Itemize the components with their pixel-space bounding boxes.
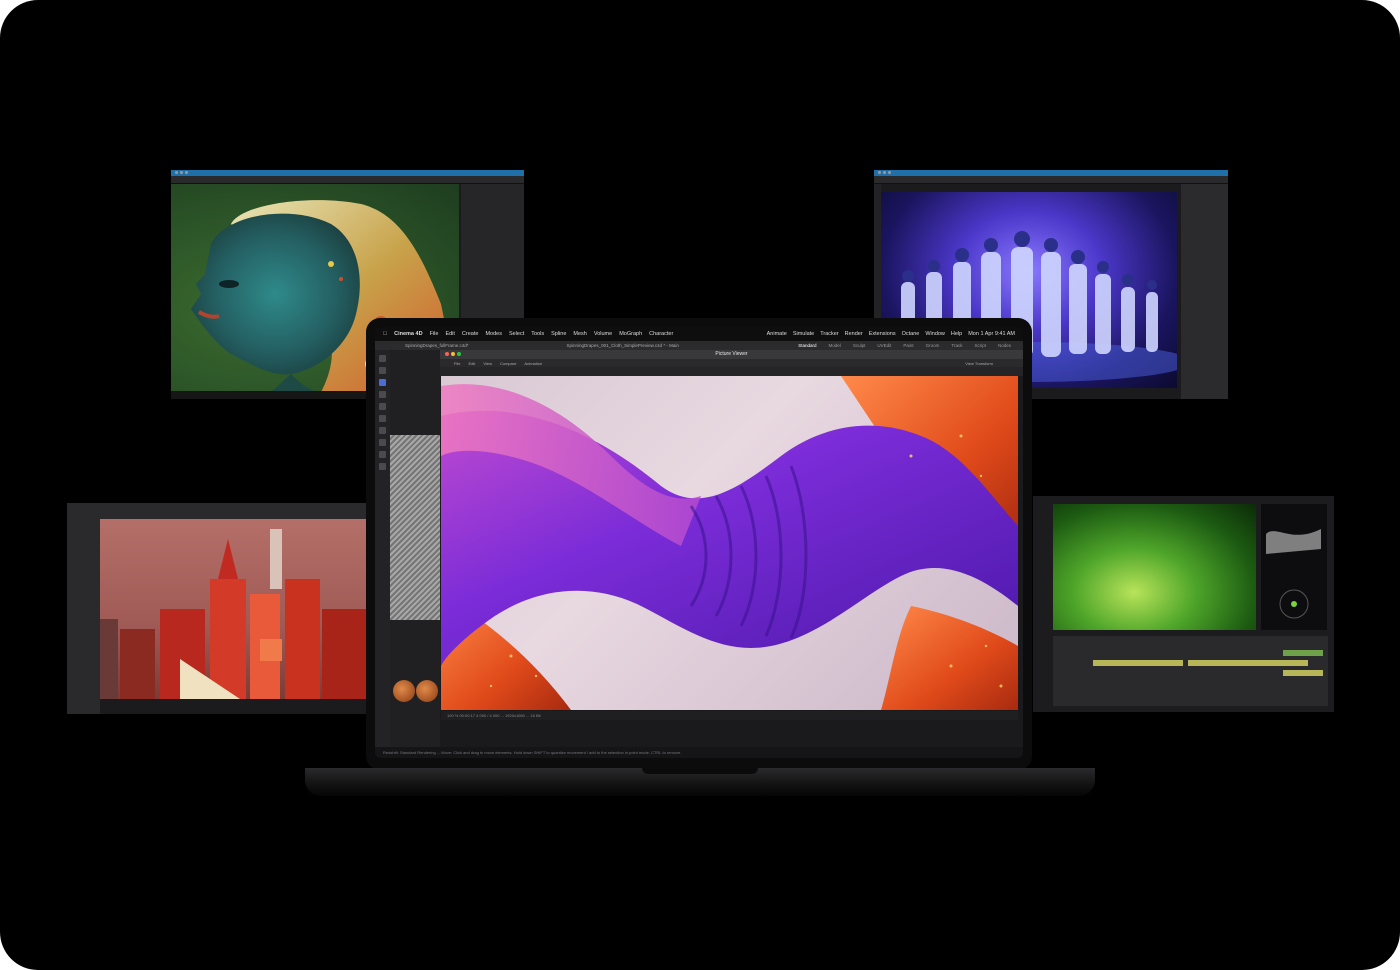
menu-item-window[interactable]: Window xyxy=(925,331,945,337)
fabric-render xyxy=(441,376,1018,710)
picture-viewer-status: 100 % 00:00:17 4 000 / 4 000 ... 1920x10… xyxy=(441,711,1018,720)
live-select-icon[interactable] xyxy=(379,379,386,386)
menu-item-mograph[interactable]: MoGraph xyxy=(619,331,642,337)
menu-item-simulate[interactable]: Simulate xyxy=(793,331,814,337)
picture-viewer-title-bar: Picture Viewer xyxy=(440,350,1023,359)
tab-sculpt[interactable]: Sculpt xyxy=(853,343,866,348)
tab-nodes[interactable]: Nodes xyxy=(998,343,1011,348)
pv-menu-file[interactable]: File xyxy=(454,361,460,366)
laptop-screen:  Cinema 4D File Edit Create Modes Selec… xyxy=(375,327,1023,758)
compositing-window[interactable] xyxy=(1033,496,1334,712)
material-swatch[interactable] xyxy=(416,680,438,702)
options-bar xyxy=(874,176,1228,184)
cloth-mesh-preview xyxy=(390,435,440,620)
timeline-clip[interactable] xyxy=(1188,660,1308,666)
viewport-side xyxy=(390,350,440,748)
menu-item-mesh[interactable]: Mesh xyxy=(573,331,586,337)
select-tool-icon[interactable] xyxy=(379,367,386,374)
pv-menu-compare[interactable]: Compare xyxy=(500,361,516,366)
c4d-status-bar: Redshift: Standard Rendering ... Move: C… xyxy=(375,747,1023,758)
laptop-display:  Cinema 4D File Edit Create Modes Selec… xyxy=(366,318,1032,770)
menu-item-help[interactable]: Help xyxy=(951,331,962,337)
menu-item-render[interactable]: Render xyxy=(845,331,863,337)
rotate-tool-icon[interactable] xyxy=(379,391,386,398)
paint-tool-icon[interactable] xyxy=(379,439,386,446)
tab-standard[interactable]: Standard xyxy=(798,343,816,348)
pv-menu-edit[interactable]: Edit xyxy=(468,361,475,366)
layout-tabs[interactable]: Standard Model Sculpt UVEdit Paint Groom… xyxy=(798,341,1011,350)
waveform-scope xyxy=(1266,529,1321,619)
tab-model[interactable]: Model xyxy=(829,343,841,348)
tab-groom[interactable]: Groom xyxy=(926,343,940,348)
timeline[interactable] xyxy=(1053,636,1328,706)
menu-item-spline[interactable]: Spline xyxy=(551,331,566,337)
menu-item-extensions[interactable]: Extensions xyxy=(869,331,896,337)
picture-viewer-menu[interactable]: File Edit View Compare Animation View Tr… xyxy=(440,359,1023,367)
menu-item-file[interactable]: File xyxy=(430,331,439,337)
scale-tool-icon[interactable] xyxy=(379,403,386,410)
knife-tool-icon[interactable] xyxy=(379,415,386,422)
render-canvas xyxy=(441,376,1018,710)
brush-tool-icon[interactable] xyxy=(379,427,386,434)
tool-palette[interactable] xyxy=(375,350,390,748)
layers-panel[interactable] xyxy=(1181,184,1228,399)
smoke-viewer xyxy=(1053,504,1256,630)
picture-viewer-toolbar[interactable] xyxy=(440,367,1023,376)
apple-icon[interactable]:  xyxy=(383,331,387,337)
move-tool-icon[interactable] xyxy=(379,355,386,362)
menu-item-tools[interactable]: Tools xyxy=(531,331,544,337)
menu-item-character[interactable]: Character xyxy=(649,331,673,337)
toolbar xyxy=(67,503,367,520)
menu-item-volume[interactable]: Volume xyxy=(594,331,612,337)
hero-background:  Cinema 4D File Edit Create Modes Selec… xyxy=(0,0,1400,970)
menu-item-create[interactable]: Create xyxy=(462,331,479,337)
tab-uvedit[interactable]: UVEdit xyxy=(877,343,891,348)
tab-script[interactable]: Script xyxy=(974,343,986,348)
eyedropper-icon[interactable] xyxy=(379,463,386,470)
menu-item-edit[interactable]: Edit xyxy=(445,331,454,337)
app-menu[interactable]: Cinema 4D xyxy=(394,331,422,337)
menu-bar xyxy=(171,176,524,184)
pv-menu-view[interactable]: View xyxy=(483,361,492,366)
laptop-opening-notch xyxy=(642,768,758,774)
scopes-panel xyxy=(1261,504,1327,630)
document-tab[interactable]: SpinningDrapes_fullFrame.c4d* xyxy=(405,343,469,348)
timeline-clip[interactable] xyxy=(1093,660,1183,666)
window-title: SpinningDrapes_001_Cloth_SimplePreview.c… xyxy=(566,343,679,348)
tab-track[interactable]: Track xyxy=(951,343,962,348)
menu-item-select[interactable]: Select xyxy=(509,331,524,337)
material-swatch[interactable] xyxy=(393,680,415,702)
timeline-clip[interactable] xyxy=(1283,670,1323,676)
menu-item-animate[interactable]: Animate xyxy=(767,331,787,337)
pv-menu-animation[interactable]: Animation xyxy=(524,361,542,366)
clock: Mon 1 Apr 9:41 AM xyxy=(968,331,1015,337)
menu-item-modes[interactable]: Modes xyxy=(485,331,502,337)
view-transform-label: View Transform xyxy=(965,360,993,366)
city-3d-window[interactable] xyxy=(67,503,367,714)
timeline-clip[interactable] xyxy=(1283,650,1323,656)
macos-menu-bar[interactable]:  Cinema 4D File Edit Create Modes Selec… xyxy=(375,327,1023,341)
menu-item-tracker[interactable]: Tracker xyxy=(820,331,838,337)
material-tool-icon[interactable] xyxy=(379,451,386,458)
tab-paint[interactable]: Paint xyxy=(903,343,913,348)
menu-item-octane[interactable]: Octane xyxy=(902,331,920,337)
city-render xyxy=(100,529,367,699)
city-viewport xyxy=(100,519,367,699)
outliner-panel[interactable] xyxy=(67,519,100,714)
picture-viewer-title: Picture Viewer xyxy=(715,351,748,357)
